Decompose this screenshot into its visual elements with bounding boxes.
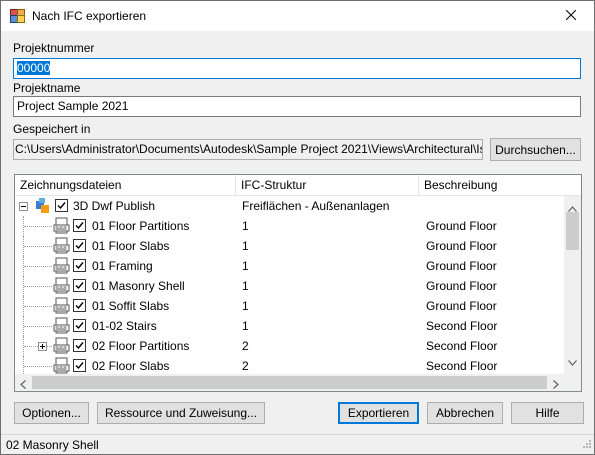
gespeichert-label: Gespeichert in xyxy=(13,122,91,136)
cancel-button[interactable]: Abbrechen xyxy=(427,402,503,424)
dwf-file-icon xyxy=(53,277,70,294)
root-name: 3D Dwf Publish xyxy=(73,199,156,213)
vertical-scrollbar[interactable] xyxy=(564,196,581,374)
row-name: 01 Masonry Shell xyxy=(92,279,185,293)
save-path-input[interactable]: C:\Users\Administrator\Documents\Autodes… xyxy=(13,139,483,160)
row-description: Ground Floor xyxy=(426,219,497,233)
horizontal-scrollbar[interactable] xyxy=(15,374,564,391)
column-header-zeichnungsdateien[interactable]: Zeichnungsdateien xyxy=(15,175,236,196)
dwf-file-icon xyxy=(53,297,70,314)
row-description: Second Floor xyxy=(426,339,498,353)
table-row[interactable]: 02 Floor Slabs 2 Second Floor xyxy=(15,356,563,376)
row-ifc: 2 xyxy=(242,339,249,353)
row-name: 01-02 Stairs xyxy=(92,319,157,333)
scroll-right-icon[interactable] xyxy=(553,378,559,391)
table-row[interactable]: 01 Soffit Slabs 1 Ground Floor xyxy=(15,296,563,316)
tree-branch xyxy=(24,286,52,287)
status-bar: 02 Masonry Shell xyxy=(1,434,594,454)
dwf-file-icon xyxy=(53,237,70,254)
projektname-label: Projektname xyxy=(13,81,81,95)
row-name: 02 Floor Slabs xyxy=(92,359,170,373)
root-ifc: Freiflächen - Außenanlagen xyxy=(242,199,390,213)
projektname-input[interactable]: Project Sample 2021 xyxy=(13,96,581,117)
dwf-publish-icon xyxy=(35,197,52,214)
close-icon xyxy=(565,9,577,23)
row-checkbox[interactable] xyxy=(73,259,86,272)
root-checkbox[interactable] xyxy=(55,199,68,212)
row-name: 01 Soffit Slabs xyxy=(92,299,170,313)
row-ifc: 1 xyxy=(242,319,249,333)
drawing-files-tree[interactable]: Zeichnungsdateien IFC-Struktur Beschreib… xyxy=(14,174,582,392)
row-ifc: 1 xyxy=(242,259,249,273)
row-checkbox[interactable] xyxy=(73,319,86,332)
dwf-file-icon xyxy=(53,357,70,374)
column-header-ifc-struktur[interactable]: IFC-Struktur xyxy=(236,175,419,196)
browse-button[interactable]: Durchsuchen... xyxy=(490,138,581,161)
tree-branch xyxy=(24,266,52,267)
scroll-down-icon[interactable] xyxy=(568,355,577,369)
row-name: 02 Floor Partitions xyxy=(92,339,190,353)
projektnummer-label: Projektnummer xyxy=(13,41,95,55)
row-checkbox[interactable] xyxy=(73,359,86,372)
status-text: 02 Masonry Shell xyxy=(6,438,99,452)
tree-root-row[interactable]: 3D Dwf Publish Freiflächen - Außenanlage… xyxy=(15,196,563,216)
row-checkbox[interactable] xyxy=(73,339,86,352)
export-ifc-dialog: Nach IFC exportieren Projektnummer 00000… xyxy=(0,0,595,455)
expand-toggle[interactable] xyxy=(38,342,47,351)
table-row[interactable]: 01 Framing 1 Ground Floor xyxy=(15,256,563,276)
help-button[interactable]: Hilfe xyxy=(511,402,584,424)
table-row[interactable]: 01 Floor Slabs 1 Ground Floor xyxy=(15,236,563,256)
table-header: Zeichnungsdateien IFC-Struktur Beschreib… xyxy=(15,175,581,196)
row-name: 01 Floor Slabs xyxy=(92,239,170,253)
tree-branch xyxy=(24,306,52,307)
dwf-file-icon xyxy=(53,257,70,274)
row-description: Ground Floor xyxy=(426,299,497,313)
window-title: Nach IFC exportieren xyxy=(32,9,147,23)
row-ifc: 2 xyxy=(242,359,249,373)
row-ifc: 1 xyxy=(242,299,249,313)
table-row[interactable]: 01 Floor Partitions 1 Ground Floor xyxy=(15,216,563,236)
projektnummer-input[interactable]: 00000 xyxy=(13,58,581,79)
save-path-value: C:\Users\Administrator\Documents\Autodes… xyxy=(15,142,483,156)
row-checkbox[interactable] xyxy=(73,219,86,232)
dwf-file-icon xyxy=(53,337,70,354)
row-description: Ground Floor xyxy=(426,279,497,293)
export-button[interactable]: Exportieren xyxy=(338,402,419,424)
table-row[interactable]: 01 Masonry Shell 1 Ground Floor xyxy=(15,276,563,296)
row-name: 01 Framing xyxy=(92,259,153,273)
projektname-value: Project Sample 2021 xyxy=(17,99,129,113)
projektnummer-value: 00000 xyxy=(17,61,51,75)
scroll-thumb[interactable] xyxy=(566,212,579,250)
ifc-export-icon xyxy=(10,9,25,23)
resize-grip-icon[interactable] xyxy=(582,438,592,452)
close-button[interactable] xyxy=(548,1,594,31)
dwf-file-icon xyxy=(53,217,70,234)
table-row[interactable]: 02 Floor Partitions 2 Second Floor xyxy=(15,336,563,356)
tree-branch xyxy=(24,226,52,227)
row-ifc: 1 xyxy=(242,279,249,293)
dwf-file-icon xyxy=(53,317,70,334)
row-ifc: 1 xyxy=(242,239,249,253)
row-description: Ground Floor xyxy=(426,259,497,273)
row-description: Second Floor xyxy=(426,319,498,333)
row-description: Second Floor xyxy=(426,359,498,373)
scroll-corner xyxy=(564,374,581,391)
column-header-beschreibung[interactable]: Beschreibung xyxy=(419,175,581,196)
ressource-zuweisung-button[interactable]: Ressource und Zuweisung... xyxy=(97,402,265,424)
table-row[interactable]: 01-02 Stairs 1 Second Floor xyxy=(15,316,563,336)
row-checkbox[interactable] xyxy=(73,239,86,252)
row-name: 01 Floor Partitions xyxy=(92,219,190,233)
title-bar: Nach IFC exportieren xyxy=(1,1,594,31)
tree-branch xyxy=(24,246,52,247)
optionen-button[interactable]: Optionen... xyxy=(14,402,89,424)
row-checkbox[interactable] xyxy=(73,299,86,312)
hscroll-thumb[interactable] xyxy=(32,376,547,389)
collapse-toggle[interactable] xyxy=(19,202,28,211)
row-description: Ground Floor xyxy=(426,239,497,253)
row-ifc: 1 xyxy=(242,219,249,233)
row-checkbox[interactable] xyxy=(73,279,86,292)
tree-branch xyxy=(24,326,52,327)
tree-branch xyxy=(24,366,52,367)
scroll-left-icon[interactable] xyxy=(20,378,26,391)
